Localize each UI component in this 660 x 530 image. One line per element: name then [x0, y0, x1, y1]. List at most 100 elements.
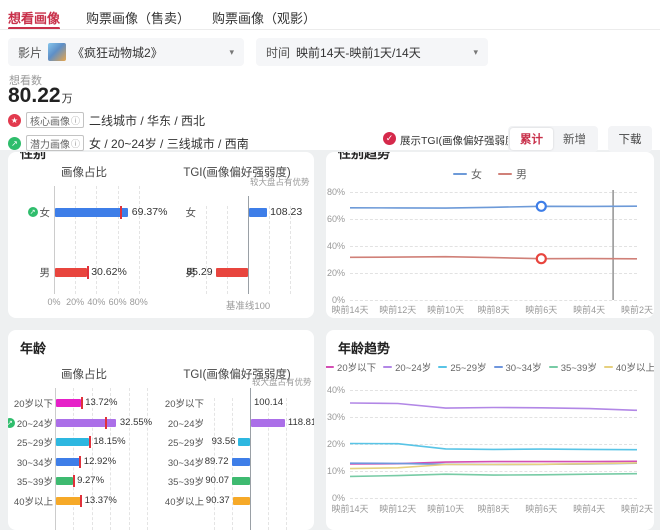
gender-share-chart[interactable]: 0% 20% 40% 60% 80% ↗ 女 69.37% 男 30.62% — [8, 152, 167, 318]
x-tick-label: 映前2天 — [620, 305, 653, 315]
x-tick-label: 80% — [129, 297, 148, 307]
download-button[interactable]: 下载 — [608, 126, 652, 152]
tab-ticket-profile-sale[interactable]: 购票画像（售卖） — [86, 8, 190, 27]
gridline — [268, 398, 269, 530]
core-profile-row: ★ 核心画像 ⓘ 二线城市 / 华东 / 西北 — [8, 112, 205, 128]
x-tick-label: 映前14天 — [331, 504, 369, 514]
core-profile-icon: ★ — [8, 113, 21, 127]
gridline — [138, 186, 140, 294]
legend-item[interactable]: 40岁以上 — [603, 360, 654, 374]
bar — [231, 457, 250, 466]
potential-profile-text: 女 / 20~24岁 / 三线城市 / 西南 — [89, 136, 249, 151]
chart-legend: 20岁以下 20~24岁 25~29岁 30~34岁 35~39岁 40岁以上 — [326, 360, 654, 374]
gridline — [227, 206, 228, 294]
x-tick-label: 映前8天 — [477, 305, 510, 315]
x-tick-label: 映前12天 — [379, 305, 417, 315]
gridline — [286, 398, 287, 530]
tab-divider — [0, 29, 660, 30]
bar-value: 108.23 — [270, 206, 303, 218]
market-tick — [72, 475, 75, 487]
legend-item[interactable]: 女 — [453, 166, 482, 182]
x-tick-label: 映前2天 — [620, 504, 653, 514]
info-icon[interactable]: ⓘ — [71, 137, 80, 150]
legend-item[interactable]: 20岁以下 — [326, 360, 376, 374]
want-count-value: 80.22 — [8, 84, 61, 107]
bar — [56, 496, 81, 505]
bar-category: 女 — [185, 206, 197, 219]
bar — [55, 267, 88, 277]
gridline — [147, 388, 148, 530]
age-tgi-chart[interactable]: 较大盘占有优势↗ 20岁以下 100.14 20~24岁 118.81 25~29岁 93.… — [160, 356, 314, 530]
x-tick-label: 映前6天 — [525, 504, 558, 514]
core-profile-text: 二线城市 / 华东 / 西北 — [89, 113, 206, 128]
toggle-cumulative[interactable]: 累计 — [510, 128, 553, 150]
core-profile-tag: 核心画像 ⓘ — [26, 112, 85, 128]
legend-item[interactable]: 男 — [498, 166, 527, 182]
bar-category: 25~29岁 — [16, 438, 53, 449]
bar-value: 13.72% — [85, 397, 118, 408]
toggle-new[interactable]: 新增 — [553, 128, 596, 150]
bar — [251, 418, 285, 427]
tgi-checkbox[interactable]: ✓ — [383, 132, 396, 145]
bar-value: 9.27% — [77, 475, 105, 486]
gridline — [269, 206, 270, 294]
chevron-down-icon: ▾ — [473, 46, 478, 57]
legend-item[interactable]: 20~24岁 — [383, 360, 431, 374]
bar-category: 25~29岁 — [167, 438, 204, 449]
bar-category: ↗ 20~24岁 — [8, 416, 53, 430]
bar-value: 32.55% — [119, 416, 153, 428]
bar-value: 18.15% — [93, 436, 126, 447]
core-profile-tag-label: 核心画像 — [30, 116, 70, 128]
movie-select-label: 影片 — [18, 45, 43, 60]
legend-dash-icon — [493, 365, 503, 369]
info-icon[interactable]: ⓘ — [71, 114, 80, 127]
bar — [56, 477, 74, 485]
gender-tgi-chart[interactable]: 较大盘占有优势↗女108.23男85.29基准线100 — [160, 152, 314, 318]
bar-value: 90.07 — [205, 475, 230, 486]
tab-ticket-profile-watch[interactable]: 购票画像（观影） — [212, 8, 316, 27]
legend-dash-icon — [383, 365, 393, 369]
bar-value: 100.14 — [254, 397, 284, 408]
market-tick — [87, 265, 90, 279]
bar — [56, 457, 80, 466]
legend-dash-icon — [603, 365, 613, 369]
tab-label: 购票画像（售卖） — [86, 11, 191, 26]
market-tick — [119, 205, 122, 219]
age-card: 年龄 画像占比 TGI(画像偏好强弱度) 20岁以下 13.72% ↗ 20~24岁 3… — [8, 330, 314, 530]
bar-category: 40岁以上 — [13, 496, 53, 508]
want-count-unit: 万 — [61, 93, 73, 105]
movie-select[interactable]: 影片 《疯狂动物城2》 ▾ — [8, 38, 244, 66]
age-section-title: 年龄 — [20, 341, 47, 356]
bar-value: 13.37% — [84, 494, 117, 506]
market-tick — [80, 397, 83, 409]
bar — [56, 399, 82, 407]
bar — [56, 438, 90, 446]
potential-profile-row: ↗ 潜力画像 ⓘ 女 / 20~24岁 / 三线城市 / 西南 — [8, 135, 249, 151]
legend-dash-icon — [326, 365, 335, 369]
age-share-chart[interactable]: 20岁以下 13.72% ↗ 20~24岁 32.55% 25~29岁 18.15% 30~3… — [8, 356, 160, 530]
x-tick-label: 映前10天 — [427, 504, 465, 514]
bar-category: 35~39岁 — [16, 477, 53, 488]
x-tick-label: 映前14天 — [331, 305, 369, 315]
market-tick — [105, 416, 107, 429]
baseline-label: 基准线100 — [225, 301, 271, 312]
bar-category: 20岁以下 — [164, 399, 204, 410]
market-tick — [79, 455, 82, 468]
bar — [232, 477, 250, 485]
x-tick-label: 映前6天 — [525, 305, 558, 315]
bar-value: 93.56 — [211, 436, 236, 447]
legend-item[interactable]: 25~29岁 — [438, 360, 487, 374]
time-select-value: 映前14天-映前1天/14天 — [296, 45, 421, 60]
legend-dash-icon — [498, 172, 512, 176]
tab-want-profile[interactable]: 想看画像 — [8, 8, 61, 30]
bar-value: 89.72 — [204, 455, 229, 467]
cumulative-new-toggle: 累计 新增 — [508, 126, 598, 152]
movie-poster — [48, 43, 67, 61]
legend-item[interactable]: 35~39岁 — [548, 360, 597, 374]
legend-item[interactable]: 30~34岁 — [493, 360, 542, 374]
x-tick-label: 映前4天 — [573, 504, 606, 514]
legend-dash-icon — [453, 172, 467, 176]
time-select[interactable]: 时间 映前14天-映前1天/14天 ▾ — [256, 38, 488, 66]
bar-value: 12.92% — [83, 455, 117, 467]
bar-category: 20~24岁 — [167, 418, 204, 430]
